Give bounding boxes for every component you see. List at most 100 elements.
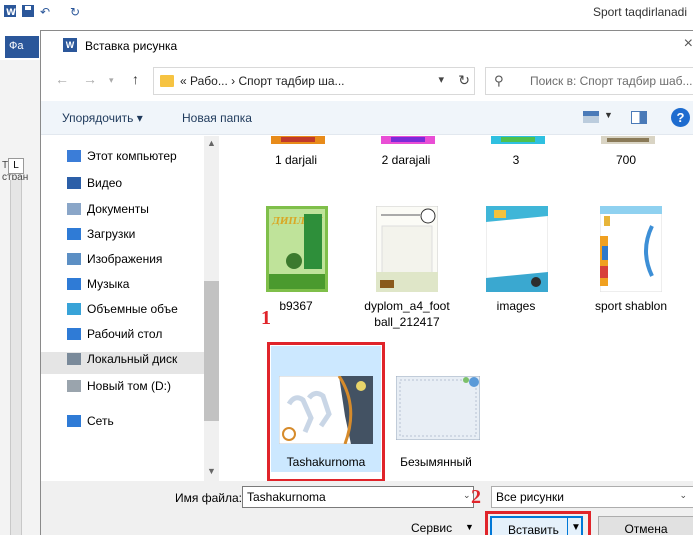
insert-picture-dialog: W Вставка рисунка × ← → ▾ ↑ « Рабо... › … [40,30,693,535]
chevron-down-icon[interactable]: ▼ [465,522,474,532]
nav-item[interactable]: Рабочий стол [67,324,162,344]
nav-item-label: Загрузки [87,227,136,241]
chevron-down-icon[interactable]: ▼ [604,110,613,120]
file-item[interactable]: 3 [471,136,561,171]
forward-icon[interactable]: → [83,71,97,87]
word-file-tab[interactable]: Фа [5,36,39,58]
documents-icon [67,203,81,215]
folder-icon [160,75,174,87]
image-thumbnail [600,206,662,292]
view-options-icon[interactable] [583,111,599,123]
save-icon[interactable] [22,5,34,17]
file-item[interactable]: 1 darjali [251,136,341,171]
file-name: 1 darjali [274,153,318,167]
address-path[interactable]: « Рабо... › Спорт тадбир ша... [180,74,345,88]
image-thumbnail [381,136,435,144]
search-icon: ⚲ [494,73,504,88]
file-item[interactable]: Безымянный [386,376,486,472]
nav-item-label: Рабочий стол [87,327,163,341]
nav-item[interactable]: Музыка [67,274,129,294]
image-thumbnail [601,136,655,144]
file-list: 1 darjali 2 darajali 3 700 ДИПЛОМ b9367 [221,136,693,481]
redo-icon[interactable]: ↻ [70,5,82,19]
new-folder-button[interactable]: Новая папка [182,111,252,125]
cancel-button[interactable]: Отмена [598,516,693,535]
nav-item-label: Объемные объе [87,302,178,316]
local-disk-icon [67,353,81,365]
computer-icon [67,150,81,162]
close-icon[interactable]: × [684,35,693,53]
nav-scrollbar[interactable]: ▲ ▼ [204,136,219,481]
file-name: 700 [615,153,637,167]
file-name: 2 darajali [381,153,431,167]
file-item[interactable]: 700 [581,136,671,171]
scroll-down-icon[interactable]: ▼ [207,466,216,476]
chevron-down-icon[interactable]: ⌄ [463,490,471,501]
tab-selector-button[interactable]: L [8,158,24,174]
file-item[interactable]: sport shablon [581,206,681,328]
help-icon[interactable]: ? [671,108,690,127]
nav-item[interactable]: Новый том (D:) [67,376,171,396]
dialog-footer: Имя файла: Tashakurnoma ⌄ Все рисунки ⌄ … [41,481,693,535]
vertical-ruler [10,180,22,535]
video-icon [67,177,81,189]
file-name: dyplom_a4_foot ball_212417 [364,299,450,329]
word-icon: W [63,38,77,52]
word-app-icon: W [4,5,16,17]
address-bar[interactable]: « Рабо... › Спорт тадбир ша... ▾ ↻ [153,67,475,95]
image-thumbnail [376,206,438,292]
refresh-icon[interactable]: ↻ [458,72,470,89]
tools-button[interactable]: Сервис [411,521,452,535]
word-window-title: Sport taqdirlanadi [592,5,687,19]
svg-text:W: W [6,8,16,17]
filename-input[interactable]: Tashakurnoma [242,486,474,508]
nav-item-label: Видео [87,176,123,190]
file-item[interactable]: dyplom_a4_foot ball_212417 [357,206,457,344]
chevron-down-icon[interactable]: ▾ [438,73,444,86]
search-input[interactable]: Поиск в: Спорт тадбир шаб... [530,74,693,88]
annotation-number-1: 1 [261,307,271,329]
nav-item-label: Локальный диск [87,352,178,366]
nav-item[interactable]: Видео [67,173,122,193]
scroll-thumb[interactable] [204,281,219,421]
nav-item[interactable]: Локальный диск [67,349,177,369]
nav-item-label: Новый том (D:) [87,379,171,393]
annotation-highlight-box [485,511,591,535]
dialog-title: Вставка рисунка [85,39,178,53]
filename-label: Имя файла: [175,491,242,505]
nav-item[interactable]: Изображения [67,249,162,269]
drive-icon [67,380,81,392]
file-name: Безымянный [400,455,472,469]
nav-item[interactable]: Документы [67,199,149,219]
dialog-titlebar: W Вставка рисунка × [41,31,693,61]
network-icon [67,415,81,427]
file-item[interactable]: images [471,206,561,328]
scroll-up-icon[interactable]: ▲ [207,138,216,148]
recent-locations-icon[interactable]: ▾ [109,75,114,86]
nav-item-label: Изображения [87,252,163,266]
search-box[interactable]: ⚲ Поиск в: Спорт тадбир шаб... [485,67,693,95]
file-type-select[interactable]: Все рисунки ⌄ [491,486,693,508]
undo-icon[interactable]: ↶ [40,5,52,19]
address-row: ← → ▾ ↑ « Рабо... › Спорт тадбир ша... ▾… [41,67,693,95]
organize-button[interactable]: Упорядочить ▾ [62,111,143,125]
nav-item[interactable]: Этот компьютер [67,146,177,166]
nav-item[interactable]: Объемные объе [67,299,178,319]
downloads-icon [67,228,81,240]
chevron-down-icon[interactable]: ⌄ [679,490,687,501]
image-thumbnail [486,206,548,292]
image-thumbnail: ДИПЛОМ [266,206,328,292]
navigation-pane: Этот компьютер Видео Документы Загрузки Изоб… [41,136,219,481]
file-type-value: Все рисунки [496,490,564,504]
preview-pane-icon[interactable] [631,111,647,124]
nav-item[interactable]: Загрузки [67,224,135,244]
image-thumbnail [396,376,480,440]
back-icon[interactable]: ← [55,71,69,87]
command-bar: Упорядочить ▾ Новая папка ▼ ? [41,101,693,135]
file-item[interactable]: 2 darajali [361,136,451,171]
nav-item[interactable]: Сеть [67,411,114,431]
3d-objects-icon [67,303,81,315]
music-icon [67,278,81,290]
up-icon[interactable]: ↑ [132,71,139,87]
nav-item-label: Музыка [87,277,130,291]
